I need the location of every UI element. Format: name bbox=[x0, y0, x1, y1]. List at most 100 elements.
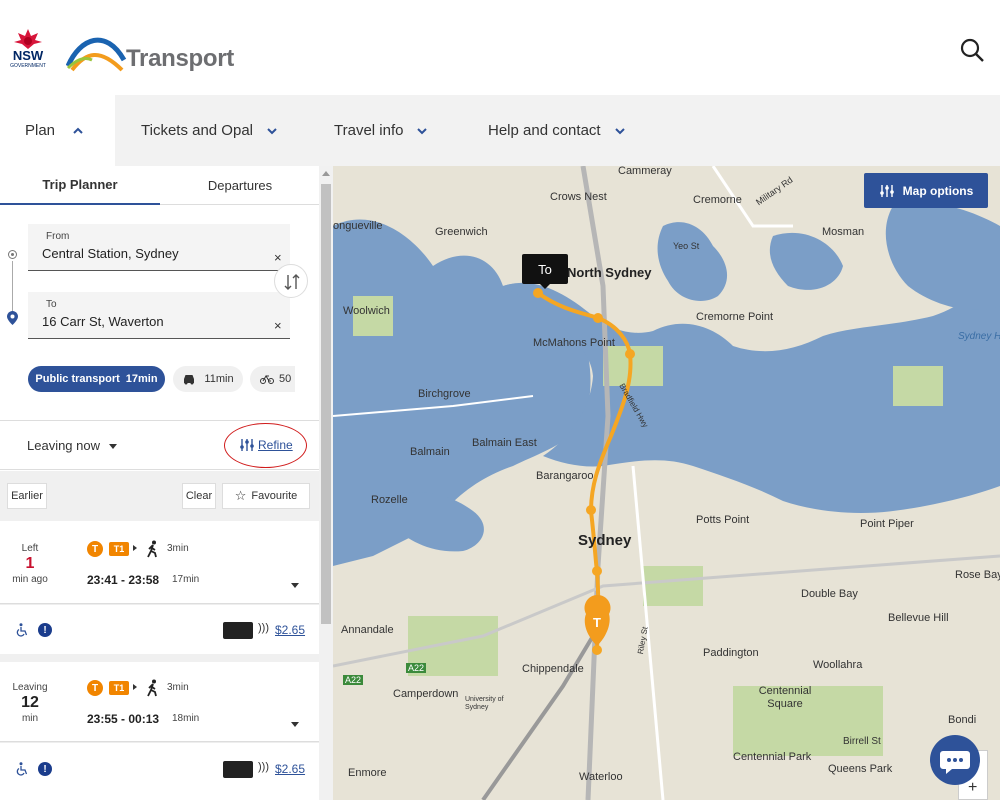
tab-departures[interactable]: Departures bbox=[160, 166, 320, 205]
mode-public-transport-time: 17min bbox=[125, 373, 158, 385]
svg-text:T: T bbox=[593, 615, 601, 630]
trip-minutes-unit: min ago bbox=[12, 574, 48, 585]
map-label-cremorne-point: Cremorne Point bbox=[696, 311, 774, 323]
destination-tooltip: To bbox=[522, 254, 568, 289]
map-label-paddington: Paddington bbox=[703, 647, 759, 659]
nsw-government-logo[interactable]: NSW GOVERNMENT bbox=[8, 28, 48, 72]
map-label-enmore: Enmore bbox=[348, 767, 387, 779]
from-input[interactable]: Central Station, Sydney bbox=[42, 246, 179, 261]
scrollbar-thumb[interactable] bbox=[321, 184, 331, 624]
clear-button[interactable]: Clear bbox=[182, 483, 216, 509]
mode-bike-button[interactable]: 50 bbox=[250, 366, 295, 392]
walking-icon bbox=[147, 540, 157, 558]
earlier-button[interactable]: Earlier bbox=[7, 483, 47, 509]
arrow-right-icon bbox=[133, 545, 137, 551]
map-label-woollahra: Woollahra bbox=[813, 659, 863, 671]
transport-arc-icon bbox=[66, 37, 127, 72]
route-map[interactable]: T Sydney North Sydney Cammeray Crows Nes… bbox=[333, 166, 1000, 800]
mode-public-transport-button[interactable]: Public transport 17min bbox=[28, 366, 165, 392]
service-alert-icon[interactable]: ! bbox=[38, 762, 52, 776]
opal-card-icon bbox=[223, 622, 253, 639]
map-options-label: Map options bbox=[902, 183, 974, 198]
map-label-birchgrove: Birchgrove bbox=[418, 388, 471, 400]
trip-status-label: Left bbox=[21, 543, 39, 554]
map-label-centennial-square: Centennial Square bbox=[758, 685, 812, 710]
opal-card-icon bbox=[223, 761, 253, 778]
expand-trip-icon[interactable] bbox=[291, 583, 299, 588]
swap-locations-button[interactable] bbox=[274, 264, 308, 298]
search-button[interactable] bbox=[958, 36, 986, 64]
trip-result-2[interactable]: Leaving 12 min T T1 3min 23:55 - 00:13 1… bbox=[0, 662, 319, 742]
wheelchair-icon bbox=[16, 623, 28, 637]
mode-public-transport-label: Public transport bbox=[35, 373, 120, 385]
trip-status-label: Leaving bbox=[12, 682, 48, 693]
map-label-rose-bay: Rose Bay bbox=[955, 569, 1000, 581]
road-shield-a22-west: A22 bbox=[343, 675, 364, 685]
from-field[interactable]: From Central Station, Sydney × bbox=[28, 224, 290, 271]
chevron-down-icon bbox=[267, 127, 277, 134]
transport-logo[interactable]: Transport bbox=[66, 28, 234, 76]
map-options-button[interactable]: Map options bbox=[864, 173, 988, 208]
nav-travel-info[interactable]: Travel info bbox=[334, 95, 429, 166]
map-label-balmain-east: Balmain East bbox=[472, 437, 537, 449]
trip-fare-link[interactable]: $2.65 bbox=[275, 623, 305, 637]
map-label-bondi: Bondi bbox=[948, 714, 977, 726]
nav-plan[interactable]: Plan bbox=[0, 95, 115, 166]
nsw-logo-text: NSW bbox=[12, 48, 44, 63]
chat-button[interactable] bbox=[930, 735, 980, 785]
destination-pin-icon bbox=[7, 311, 18, 325]
main-navigation: Plan Tickets and Opal Travel info Help a… bbox=[0, 95, 1000, 166]
trip-divider bbox=[0, 654, 319, 662]
map-label-point-piper: Point Piper bbox=[860, 518, 914, 530]
nav-tickets-and-opal[interactable]: Tickets and Opal bbox=[141, 95, 279, 166]
map-canvas[interactable]: T bbox=[333, 166, 1000, 800]
walk-duration: 3min bbox=[167, 682, 189, 693]
to-field[interactable]: To 16 Carr St, Waverton × bbox=[28, 292, 290, 339]
search-icon bbox=[960, 38, 984, 62]
trip-fare-link[interactable]: $2.65 bbox=[275, 762, 305, 776]
expand-trip-icon[interactable] bbox=[291, 722, 299, 727]
nav-help-and-contact[interactable]: Help and contact bbox=[488, 95, 627, 166]
star-icon: ☆ bbox=[234, 488, 247, 503]
to-input[interactable]: 16 Carr St, Waverton bbox=[42, 314, 164, 329]
clear-to-button[interactable]: × bbox=[274, 318, 282, 333]
tab-trip-planner[interactable]: Trip Planner bbox=[0, 166, 160, 205]
map-label-camperdown: Camperdown bbox=[393, 688, 459, 700]
chevron-down-icon bbox=[614, 127, 625, 134]
route-connector-line bbox=[12, 261, 13, 313]
nav-help-label: Help and contact bbox=[488, 122, 601, 139]
map-label-university-of-sydney: University of Sydney bbox=[465, 696, 504, 711]
chevron-up-icon bbox=[73, 127, 83, 134]
origin-marker-icon bbox=[8, 250, 17, 259]
nav-plan-label: Plan bbox=[25, 122, 56, 139]
mode-car-time: 11min bbox=[204, 373, 234, 385]
car-icon bbox=[184, 375, 195, 385]
train-mode-badge: T bbox=[87, 680, 103, 696]
clear-from-button[interactable]: × bbox=[274, 250, 282, 265]
scroll-up-arrow-icon[interactable] bbox=[322, 171, 330, 176]
planner-tabs: Trip Planner Departures bbox=[0, 166, 319, 205]
map-label-rozelle: Rozelle bbox=[371, 494, 408, 506]
favourite-button[interactable]: ☆ Favourite bbox=[222, 483, 310, 509]
map-label-birrell-st: Birrell St bbox=[843, 736, 881, 747]
leaving-now-label: Leaving now bbox=[27, 438, 100, 453]
map-label-barangaroo: Barangaroo bbox=[536, 470, 594, 482]
trip-minutes: 1 bbox=[25, 555, 35, 572]
road-shield-a22: A22 bbox=[406, 663, 427, 673]
trip-result-1[interactable]: Left 1 min ago T T1 3min 23:41 - 23:58 1… bbox=[0, 524, 319, 604]
to-label: To bbox=[46, 299, 57, 310]
sidebar-scrollbar[interactable] bbox=[319, 166, 333, 800]
service-alert-icon[interactable]: ! bbox=[38, 623, 52, 637]
map-label-mcmahons-point: McMahons Point bbox=[533, 337, 615, 349]
leaving-now-dropdown[interactable]: Leaving now bbox=[27, 438, 117, 453]
map-label-sydney-harbour: Sydney H bbox=[958, 331, 1000, 342]
trip-times: 23:41 - 23:58 bbox=[87, 573, 160, 587]
mode-car-button[interactable]: 11min bbox=[173, 366, 243, 392]
nsw-logo-subtext: GOVERNMENT bbox=[10, 63, 46, 69]
map-label-woolwich: Woolwich bbox=[343, 305, 390, 317]
refine-link[interactable]: Refine bbox=[258, 438, 293, 452]
map-label-annandale: Annandale bbox=[341, 624, 394, 636]
line-t1-badge: T1 bbox=[109, 681, 129, 695]
trip-2-footer: ! ))) $2.65 bbox=[0, 742, 319, 792]
line-t1-badge: T1 bbox=[109, 542, 129, 556]
